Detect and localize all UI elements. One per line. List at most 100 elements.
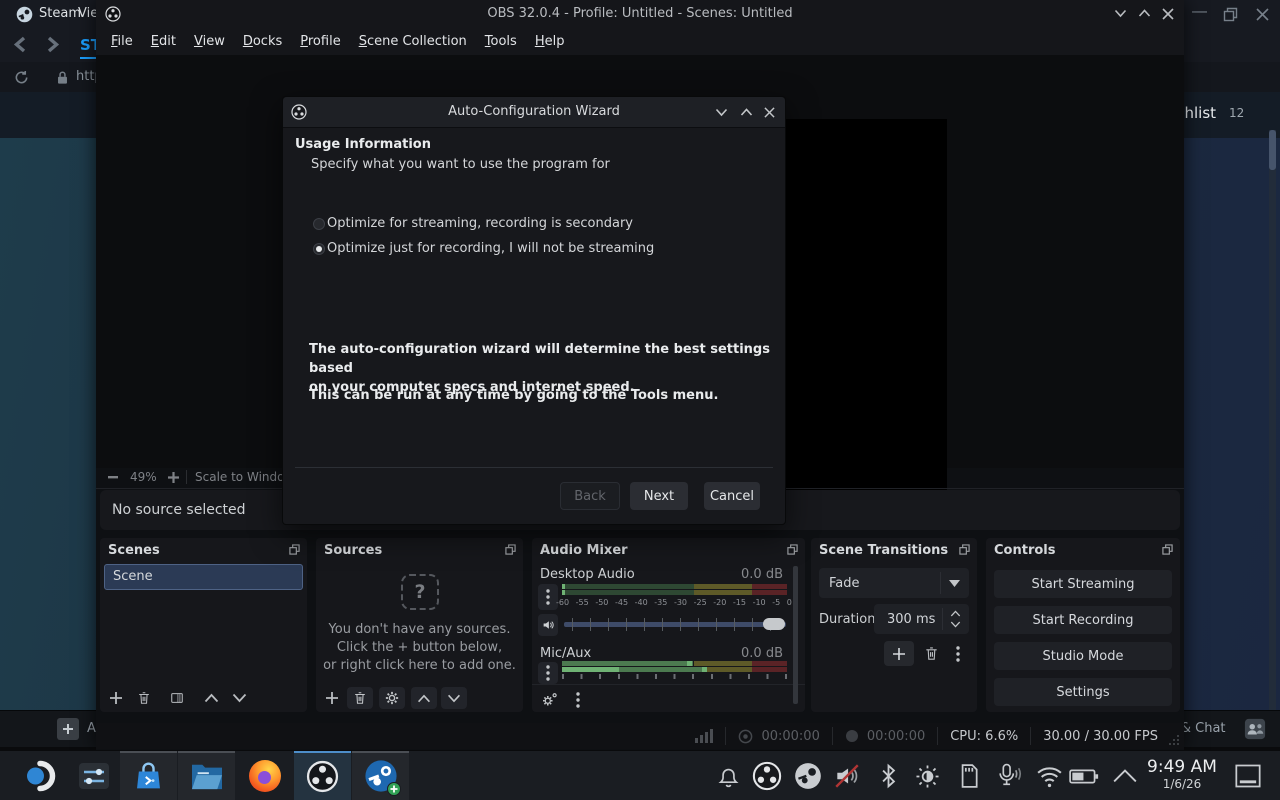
scene-filters-icon[interactable]	[170, 691, 184, 705]
advanced-audio-icon[interactable]	[541, 692, 558, 707]
sd-card-icon[interactable]	[957, 763, 979, 789]
steam-restore-button[interactable]	[1223, 7, 1238, 22]
popout-icon[interactable]	[959, 544, 970, 555]
move-source-up-button[interactable]	[411, 687, 437, 709]
obs-titlebar[interactable]: OBS 32.0.4 - Profile: Untitled - Scenes:…	[96, 0, 1184, 29]
start-recording-button[interactable]: Start Recording	[994, 606, 1172, 634]
next-button[interactable]: Next	[630, 482, 688, 510]
mixer-menu-icon[interactable]	[576, 692, 580, 708]
move-scene-up-icon[interactable]	[204, 693, 219, 703]
dialog-close-icon[interactable]	[764, 107, 775, 118]
menu-tools[interactable]: Tools	[476, 30, 526, 53]
meter-zone-yellow	[694, 584, 752, 589]
move-scene-down-icon[interactable]	[232, 693, 247, 703]
bluetooth-icon[interactable]	[880, 763, 897, 789]
channel-menu-button[interactable]	[538, 584, 558, 610]
spin-up-icon[interactable]	[950, 610, 961, 617]
sources-dock: Sources ? You don't have any sources. Cl…	[316, 538, 523, 712]
popout-icon[interactable]	[289, 544, 300, 555]
steam-tray-icon[interactable]	[794, 762, 822, 790]
steam-scrollbar-thumb[interactable]	[1269, 130, 1276, 170]
dialog-shade-up-icon[interactable]	[740, 108, 753, 117]
radio-recording-label[interactable]: Optimize just for recording, I will not …	[327, 241, 654, 256]
zoom-out-icon[interactable]	[108, 476, 118, 479]
back-icon[interactable]	[12, 36, 31, 53]
start-streaming-button[interactable]: Start Streaming	[994, 570, 1172, 598]
add-scene-icon[interactable]	[109, 691, 123, 705]
wifi-icon[interactable]	[1035, 765, 1064, 789]
menu-docks[interactable]: Docks	[234, 30, 291, 53]
refresh-icon[interactable]	[14, 70, 29, 85]
mixer-scrollbar[interactable]	[793, 566, 798, 704]
scene-list-item[interactable]: Scene	[104, 564, 303, 590]
wizard-subheading: Specify what you want to use the program…	[311, 157, 610, 172]
wizard-titlebar[interactable]: Auto-Configuration Wizard	[283, 97, 785, 128]
studio-mode-button[interactable]: Studio Mode	[994, 642, 1172, 670]
popout-icon[interactable]	[1162, 544, 1173, 555]
friends-icon[interactable]	[1244, 718, 1266, 740]
microphone-icon[interactable]	[995, 762, 1022, 790]
steam-minimize-button[interactable]: ―	[1192, 2, 1207, 20]
steam-scrollbar[interactable]	[1269, 130, 1276, 710]
duration-spinbox[interactable]: 300 ms	[874, 604, 969, 634]
trash-icon	[353, 691, 367, 705]
dialog-shade-down-icon[interactable]	[715, 108, 728, 117]
transition-menu-icon[interactable]	[956, 646, 960, 662]
tray-expand-chevron-icon[interactable]	[1112, 768, 1138, 784]
back-button[interactable]: Back	[560, 482, 620, 510]
spin-down-icon[interactable]	[950, 621, 961, 628]
radio-optimize-streaming[interactable]	[313, 218, 325, 230]
slider-handle[interactable]	[763, 618, 785, 630]
resize-grip[interactable]	[1168, 734, 1180, 746]
cancel-button[interactable]: Cancel	[704, 482, 760, 510]
add-game-plus-icon[interactable]	[57, 718, 79, 740]
taskbar-file-manager[interactable]	[178, 751, 235, 800]
window-close-icon[interactable]	[1162, 8, 1174, 20]
window-shade-up-icon[interactable]	[1138, 9, 1151, 18]
menu-scene-collection[interactable]: Scene Collection	[350, 30, 476, 53]
show-desktop-icon[interactable]	[1234, 763, 1262, 789]
remove-source-button[interactable]	[347, 687, 373, 709]
app-launcher-icon[interactable]	[22, 758, 58, 794]
settings-button[interactable]: Settings	[994, 678, 1172, 706]
steam-close-button[interactable]	[1255, 7, 1270, 22]
steam-menu-steam[interactable]: Steam	[39, 6, 81, 21]
obs-tray-icon[interactable]	[752, 761, 782, 791]
system-settings-icon[interactable]	[76, 758, 112, 794]
radio-optimize-recording[interactable]	[313, 243, 325, 255]
mute-button[interactable]	[538, 614, 558, 636]
zoom-in-icon[interactable]	[168, 472, 179, 483]
menu-view[interactable]: View	[185, 30, 234, 53]
brightness-icon[interactable]	[914, 763, 941, 790]
auto-config-wizard-dialog: Auto-Configuration Wizard Usage Informat…	[282, 96, 786, 525]
scale-to-window[interactable]: Scale to Window	[195, 470, 294, 484]
battery-icon[interactable]	[1069, 768, 1099, 785]
remove-scene-icon[interactable]	[137, 691, 151, 705]
move-source-down-button[interactable]	[441, 687, 467, 709]
volume-slider[interactable]	[564, 615, 786, 633]
add-source-icon[interactable]	[325, 691, 339, 705]
audio-muted-icon[interactable]	[833, 763, 861, 789]
remove-transition-icon[interactable]	[924, 646, 939, 661]
fps-status: 30.00 / 30.00 FPS	[1043, 729, 1158, 744]
menu-edit[interactable]: Edit	[142, 30, 185, 53]
clock[interactable]: 9:49 AM 1/6/26	[1146, 757, 1218, 791]
add-transition-button[interactable]	[884, 641, 914, 666]
menu-help[interactable]: Help	[526, 30, 574, 53]
channel-menu-button[interactable]	[538, 662, 558, 684]
popout-icon[interactable]	[505, 544, 516, 555]
wizard-info-line1: The auto-configuration wizard will deter…	[309, 340, 771, 378]
forward-icon[interactable]	[42, 36, 61, 53]
popout-icon[interactable]	[787, 544, 798, 555]
radio-streaming-label[interactable]: Optimize for streaming, recording is sec…	[327, 216, 633, 231]
menu-file[interactable]: File	[102, 30, 142, 53]
taskbar-obs[interactable]	[294, 751, 351, 800]
taskbar-firefox[interactable]	[236, 751, 293, 800]
taskbar-discover[interactable]	[120, 751, 177, 800]
taskbar-steam[interactable]	[352, 751, 409, 800]
source-properties-button[interactable]	[379, 687, 405, 709]
notifications-bell-icon[interactable]	[716, 764, 741, 789]
menu-profile[interactable]: Profile	[291, 30, 349, 53]
window-shade-down-icon[interactable]	[1114, 9, 1127, 18]
transition-select[interactable]: Fade	[819, 568, 969, 598]
